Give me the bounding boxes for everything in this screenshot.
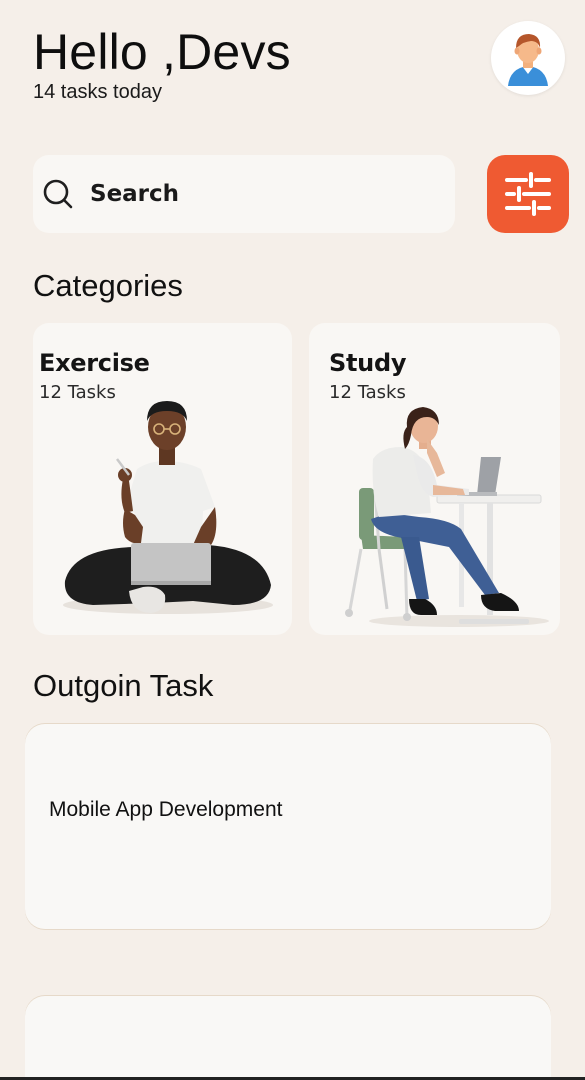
greeting-title: Hello ,Devs <box>33 24 291 80</box>
task-card[interactable]: Mobile App Development <box>25 724 551 929</box>
search-bar[interactable]: Search <box>33 155 455 233</box>
profile-avatar[interactable] <box>491 21 565 95</box>
task-card[interactable] <box>25 996 551 1080</box>
person-sitting-with-laptop-illustration <box>63 401 273 614</box>
tasks-today-subtitle: 14 tasks today <box>33 81 162 103</box>
sliders-icon <box>505 172 551 216</box>
categories-title: Categories <box>33 268 183 303</box>
search-label: Search <box>90 181 180 207</box>
person-at-desk-illustration <box>345 407 549 627</box>
category-card-exercise[interactable]: Exercise 12 Tasks <box>33 323 292 635</box>
outgoing-task-title: Outgoin Task <box>33 668 214 703</box>
home-screen: Hello ,Devs 14 tasks today Search Catego… <box>0 0 585 1080</box>
category-card-study[interactable]: Study 12 Tasks <box>309 323 560 635</box>
user-avatar-icon <box>508 34 548 86</box>
search-icon <box>39 175 77 213</box>
task-name: Mobile App Development <box>49 798 283 821</box>
filter-button[interactable] <box>487 155 569 233</box>
